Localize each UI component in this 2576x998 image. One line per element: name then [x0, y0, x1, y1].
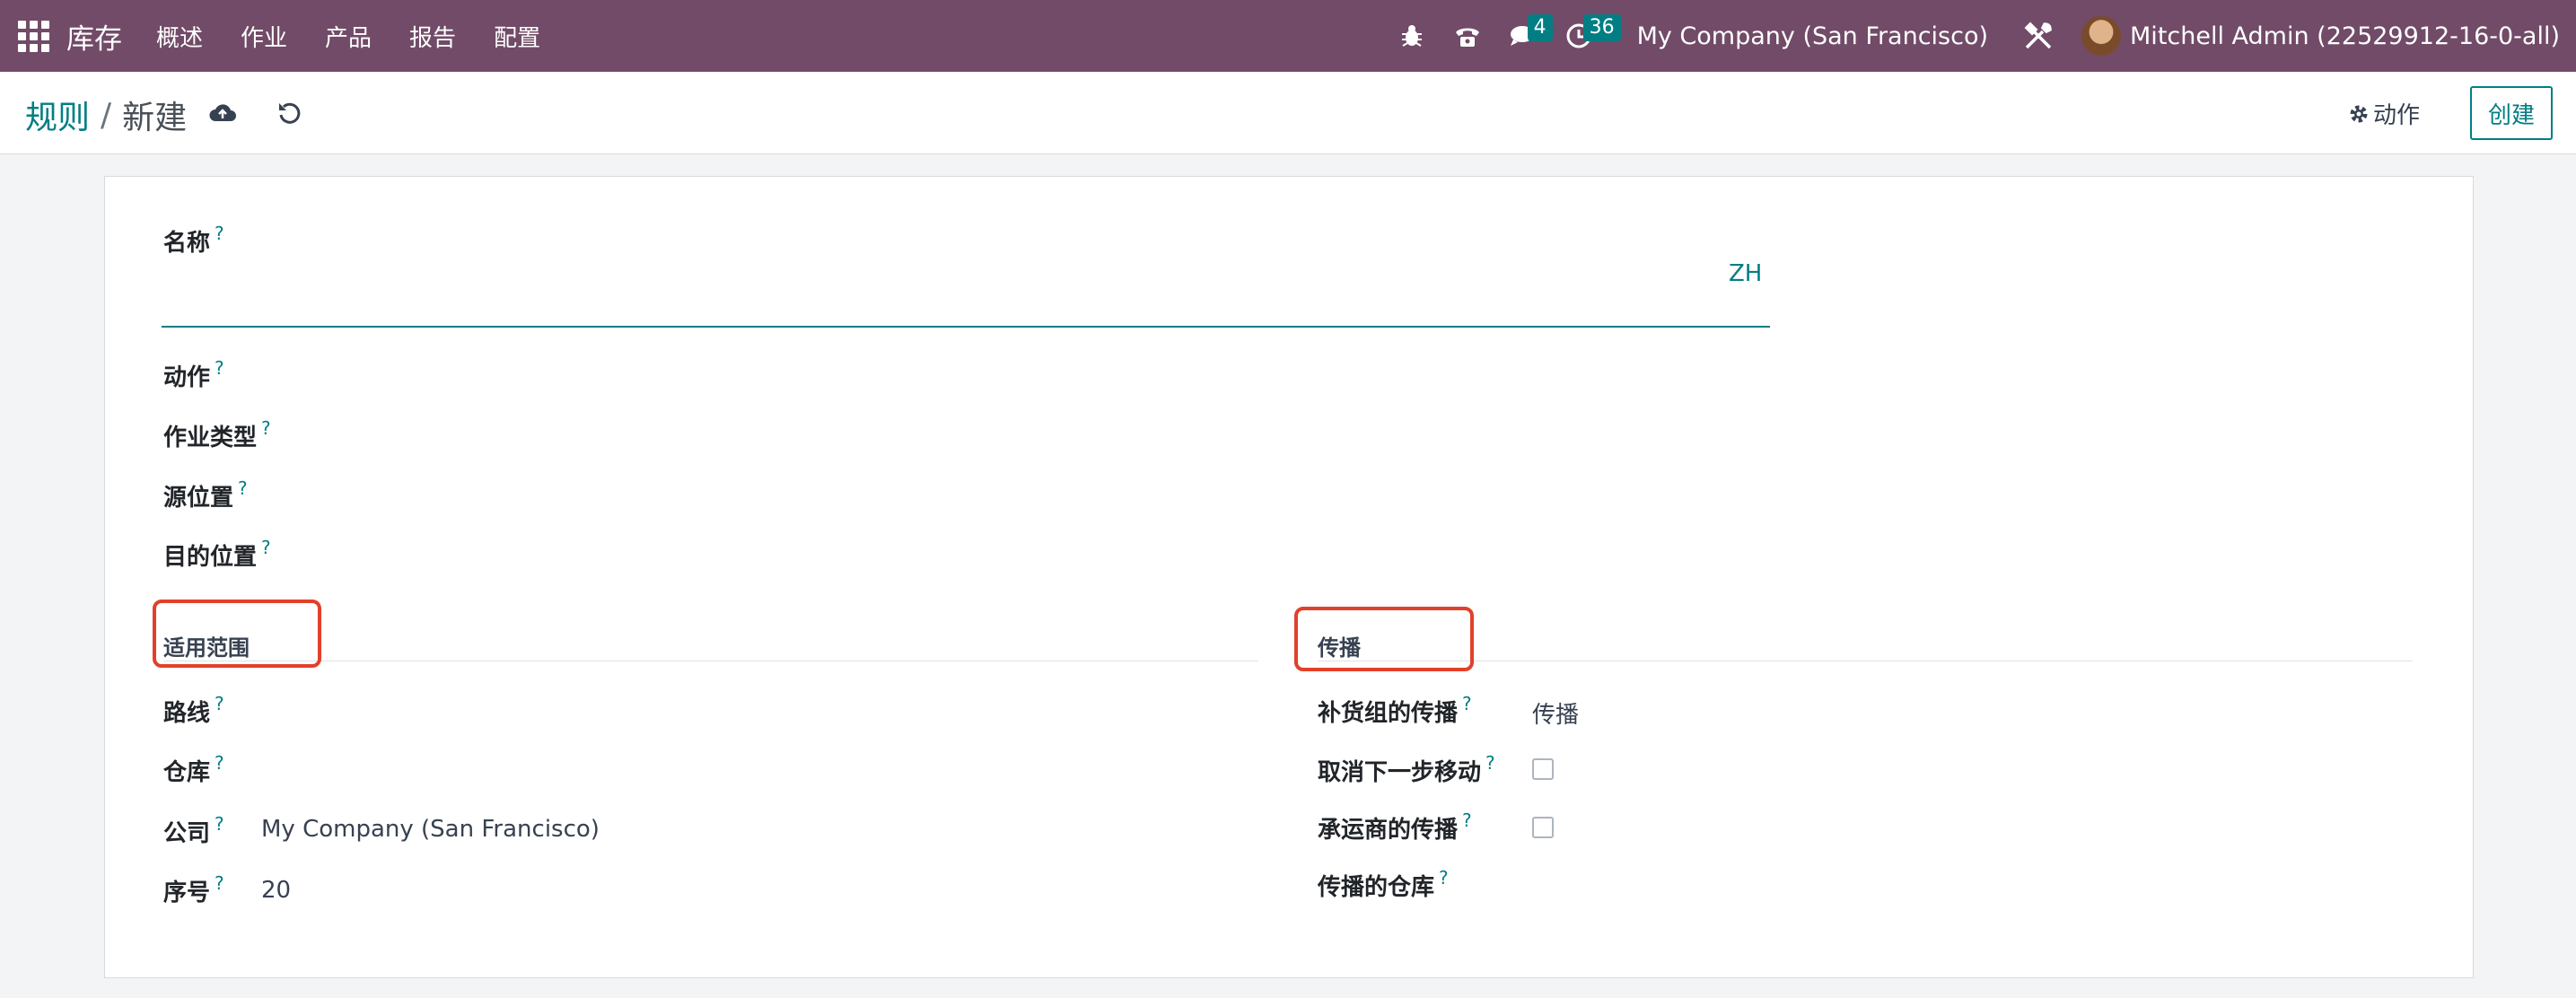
destination-location-help-icon[interactable]: ?: [261, 537, 271, 558]
company-field[interactable]: My Company (San Francisco): [261, 816, 600, 843]
breadcrumb-separator: /: [101, 96, 112, 134]
group-propagation-label: 补货组的传播?: [1318, 693, 1472, 727]
messages-count-badge: 4: [1527, 14, 1553, 41]
group-propagation-help-icon[interactable]: ?: [1462, 693, 1472, 714]
user-avatar[interactable]: [2081, 16, 2122, 56]
menu-reporting[interactable]: 报告: [409, 20, 456, 53]
control-panel: 规则 / 新建 动作 创建: [0, 72, 2576, 154]
sequence-help-icon[interactable]: ?: [215, 872, 224, 894]
group-propagation-select[interactable]: 传播: [1532, 696, 1579, 730]
warehouse-help-icon[interactable]: ?: [215, 752, 224, 774]
cancel-next-move-label: 取消下一步移动?: [1318, 752, 1495, 786]
source-location-help-icon[interactable]: ?: [238, 477, 248, 499]
breadcrumb-current: 新建: [122, 100, 188, 136]
name-input-underline: [162, 326, 1770, 328]
create-button[interactable]: 创建: [2470, 86, 2553, 140]
name-label: 名称?: [163, 223, 224, 257]
cancel-next-move-checkbox[interactable]: [1532, 758, 1554, 780]
destination-location-label: 目的位置?: [163, 537, 271, 571]
breadcrumb: 规则 / 新建: [25, 92, 187, 138]
top-navbar: 库存 概述 作业 产品 报告 配置 4 36 My Company (San F…: [0, 0, 2576, 72]
tools-icon[interactable]: [2020, 0, 2056, 72]
carrier-propagation-label: 承运商的传播?: [1318, 810, 1472, 844]
language-translate-button[interactable]: ZH: [1729, 260, 1762, 287]
carrier-propagation-help-icon[interactable]: ?: [1462, 810, 1472, 831]
company-label: 公司?: [163, 813, 224, 847]
menu-overview[interactable]: 概述: [156, 20, 203, 53]
route-help-icon[interactable]: ?: [215, 693, 224, 714]
menu-configuration[interactable]: 配置: [494, 20, 540, 53]
app-name[interactable]: 库存: [66, 16, 122, 57]
source-location-label: 源位置?: [163, 477, 248, 512]
menu-operations[interactable]: 作业: [241, 20, 287, 53]
discard-undo-icon[interactable]: [273, 97, 305, 129]
applicability-highlight-box: [153, 600, 321, 668]
action-menu-label: 动作: [2373, 102, 2421, 129]
carrier-propagation-checkbox[interactable]: [1532, 817, 1554, 838]
debug-bug-icon[interactable]: [1389, 0, 1434, 72]
sequence-label: 序号?: [163, 872, 224, 906]
action-help-icon[interactable]: ?: [215, 357, 224, 379]
menu-products[interactable]: 产品: [325, 20, 372, 53]
route-label: 路线?: [163, 693, 224, 727]
warehouse-to-propagate-label: 传播的仓库?: [1318, 867, 1449, 901]
activity-clock-icon[interactable]: 36: [1556, 0, 1621, 72]
warehouse-to-propagate-help-icon[interactable]: ?: [1439, 867, 1449, 889]
warehouse-label: 仓库?: [163, 752, 224, 786]
sequence-field[interactable]: 20: [261, 877, 291, 904]
operation-type-label: 作业类型?: [163, 417, 271, 451]
company-help-icon[interactable]: ?: [215, 813, 224, 835]
action-label: 动作?: [163, 357, 224, 391]
breadcrumb-rules-link[interactable]: 规则: [25, 92, 90, 138]
chat-messages-icon[interactable]: 4: [1501, 0, 1553, 72]
user-menu[interactable]: Mitchell Admin (22529912-16-0-all): [2130, 22, 2560, 50]
app-grid-icon[interactable]: [16, 19, 50, 53]
navbar-systray: 4 36 My Company (San Francisco) Mitchell…: [1389, 0, 2576, 72]
action-menu-button[interactable]: 动作: [2348, 97, 2420, 130]
save-cloud-icon[interactable]: [206, 97, 239, 129]
operation-type-help-icon[interactable]: ?: [261, 417, 271, 439]
phone-icon[interactable]: [1445, 0, 1490, 72]
gear-icon: [2350, 105, 2368, 122]
cancel-next-move-help-icon[interactable]: ?: [1485, 752, 1495, 774]
name-input[interactable]: [163, 278, 1689, 321]
activities-count-badge: 36: [1582, 14, 1621, 41]
name-help-icon[interactable]: ?: [215, 223, 224, 244]
company-switcher[interactable]: My Company (San Francisco): [1637, 22, 1988, 50]
propagation-highlight-box: [1294, 607, 1474, 671]
